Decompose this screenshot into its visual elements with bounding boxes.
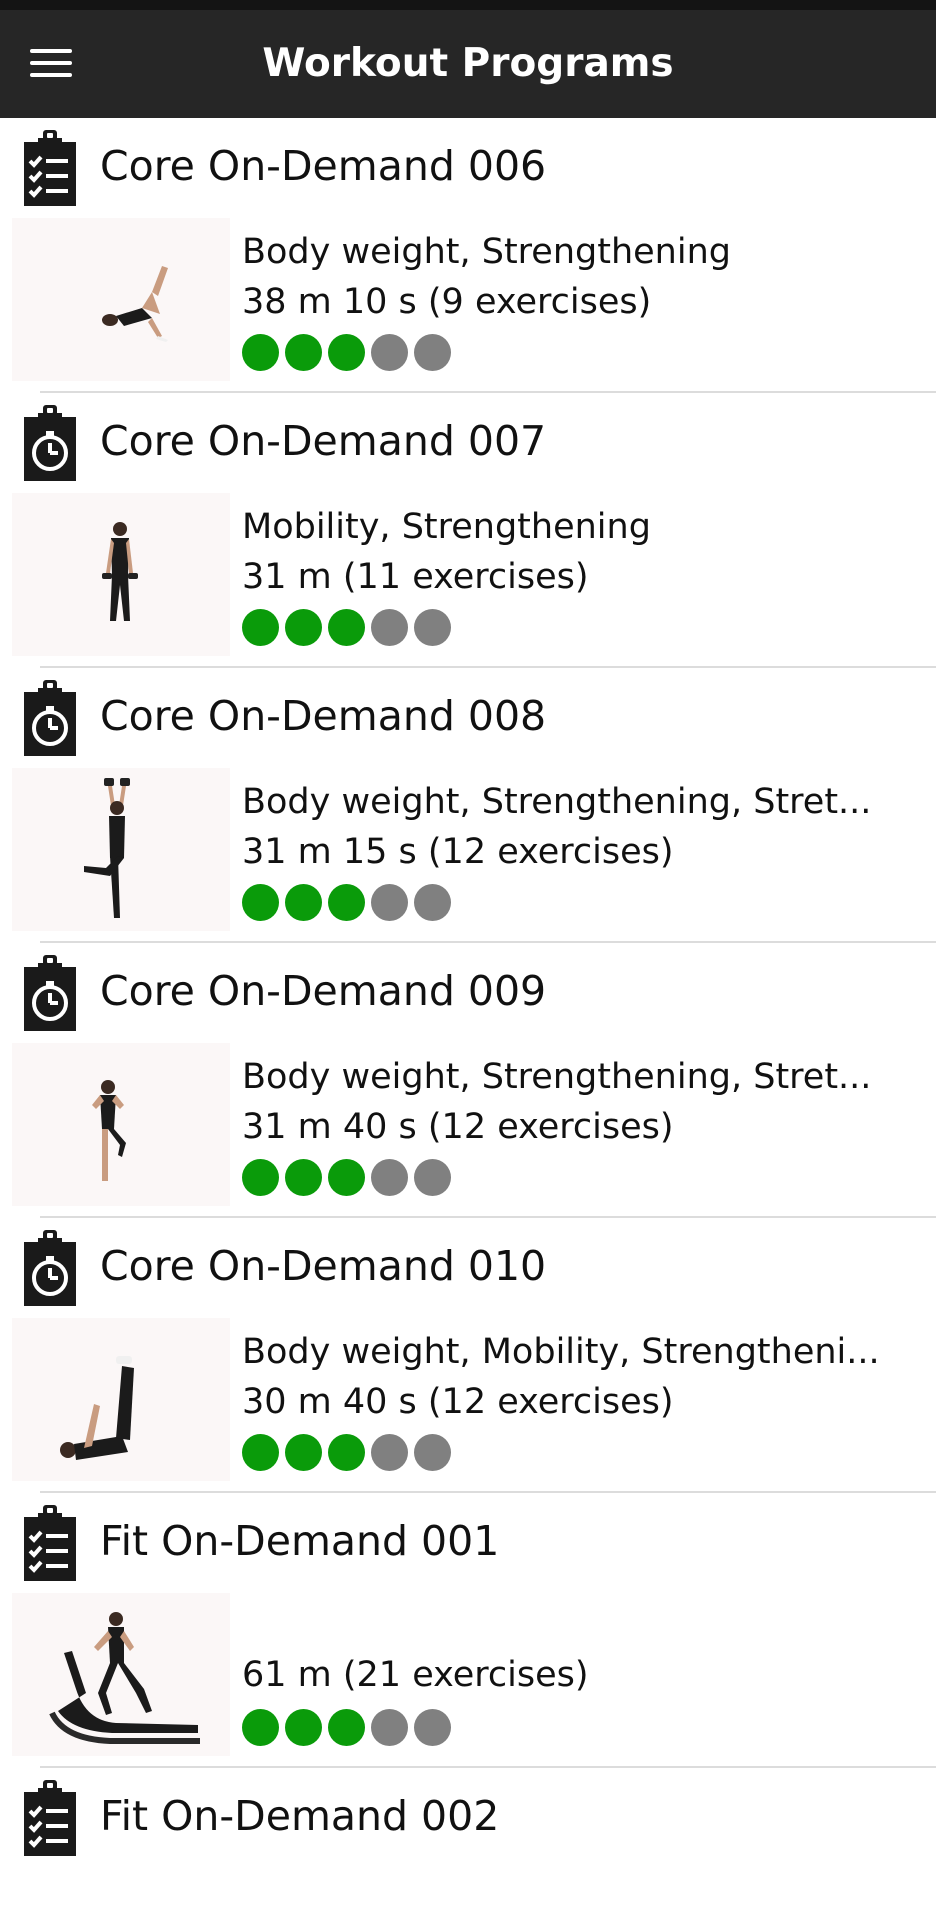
program-thumbnail — [12, 1318, 230, 1481]
clipboard-checklist-icon — [24, 1505, 76, 1581]
difficulty-rating — [242, 1709, 457, 1747]
program-name: Core On-Demand 009 — [100, 967, 547, 1015]
program-name: Core On-Demand 010 — [100, 1242, 547, 1290]
rating-dot-filled — [285, 1434, 322, 1471]
rating-dot-empty — [371, 1434, 408, 1471]
program-tags: Body weight, Strengthening, Stret... — [242, 1057, 872, 1097]
program-item[interactable]: Core On-Demand 008 Body weight, Strength… — [0, 668, 936, 943]
program-tags: Body weight, Mobility, Strengtheni... — [242, 1332, 880, 1372]
program-tags: Mobility, Strengthening — [242, 507, 651, 547]
program-thumbnail — [12, 1043, 230, 1206]
difficulty-rating — [242, 334, 457, 372]
rating-dot-empty — [414, 609, 451, 646]
rating-dot-filled — [242, 1434, 279, 1471]
clipboard-stopwatch-icon — [24, 1230, 76, 1306]
clipboard-stopwatch-icon — [24, 955, 76, 1031]
difficulty-rating — [242, 1159, 457, 1197]
app-bar: Workout Programs — [0, 10, 936, 118]
rating-dot-empty — [371, 884, 408, 921]
program-item[interactable]: Core On-Demand 010 Body weight, Mobility… — [0, 1218, 936, 1493]
program-tags: Body weight, Strengthening — [242, 232, 731, 272]
rating-dot-filled — [285, 884, 322, 921]
difficulty-rating — [242, 609, 457, 647]
rating-dot-empty — [371, 1709, 408, 1746]
program-duration: 61 m (21 exercises) — [242, 1655, 589, 1695]
program-thumbnail — [12, 768, 230, 931]
program-item[interactable]: Core On-Demand 006 Body weight, Strength… — [0, 118, 936, 393]
program-list[interactable]: Core On-Demand 006 Body weight, Strength… — [0, 118, 936, 1878]
rating-dot-filled — [328, 1709, 365, 1746]
program-duration: 38 m 10 s (9 exercises) — [242, 282, 652, 322]
rating-dot-filled — [285, 609, 322, 646]
program-duration: 31 m 40 s (12 exercises) — [242, 1107, 674, 1147]
program-name: Core On-Demand 006 — [100, 142, 547, 190]
clipboard-checklist-icon — [24, 1780, 76, 1856]
program-duration: 31 m (11 exercises) — [242, 557, 589, 597]
clipboard-checklist-icon — [24, 130, 76, 206]
page-title: Workout Programs — [262, 41, 674, 86]
rating-dot-empty — [414, 334, 451, 371]
program-item[interactable]: Core On-Demand 007 Mobility, Strengtheni… — [0, 393, 936, 668]
program-thumbnail — [12, 218, 230, 381]
rating-dot-empty — [414, 884, 451, 921]
rating-dot-filled — [242, 1709, 279, 1746]
program-duration: 31 m 15 s (12 exercises) — [242, 832, 674, 872]
clipboard-stopwatch-icon — [24, 680, 76, 756]
rating-dot-filled — [285, 1159, 322, 1196]
rating-dot-filled — [285, 334, 322, 371]
rating-dot-filled — [328, 334, 365, 371]
program-thumbnail — [12, 493, 230, 656]
program-item[interactable]: Fit On-Demand 002 — [0, 1768, 936, 1878]
rating-dot-empty — [414, 1159, 451, 1196]
rating-dot-empty — [371, 609, 408, 646]
rating-dot-filled — [242, 334, 279, 371]
rating-dot-filled — [328, 609, 365, 646]
program-name: Fit On-Demand 001 — [100, 1517, 500, 1565]
rating-dot-filled — [242, 1159, 279, 1196]
rating-dot-filled — [328, 1159, 365, 1196]
rating-dot-empty — [414, 1709, 451, 1746]
difficulty-rating — [242, 1434, 457, 1472]
program-name: Core On-Demand 007 — [100, 417, 547, 465]
status-bar — [0, 0, 936, 10]
rating-dot-filled — [328, 1434, 365, 1471]
clipboard-stopwatch-icon — [24, 405, 76, 481]
program-name: Fit On-Demand 002 — [100, 1792, 500, 1840]
rating-dot-filled — [242, 609, 279, 646]
rating-dot-empty — [371, 334, 408, 371]
program-duration: 30 m 40 s (12 exercises) — [242, 1382, 674, 1422]
program-tags: Body weight, Strengthening, Stret... — [242, 782, 872, 822]
program-item[interactable]: Core On-Demand 009 Body weight, Strength… — [0, 943, 936, 1218]
program-name: Core On-Demand 008 — [100, 692, 547, 740]
rating-dot-filled — [285, 1709, 322, 1746]
rating-dot-filled — [328, 884, 365, 921]
program-item[interactable]: Fit On-Demand 001 61 m (21 exercises) — [0, 1493, 936, 1768]
program-thumbnail — [12, 1593, 230, 1756]
rating-dot-empty — [371, 1159, 408, 1196]
rating-dot-filled — [242, 884, 279, 921]
difficulty-rating — [242, 884, 457, 922]
rating-dot-empty — [414, 1434, 451, 1471]
